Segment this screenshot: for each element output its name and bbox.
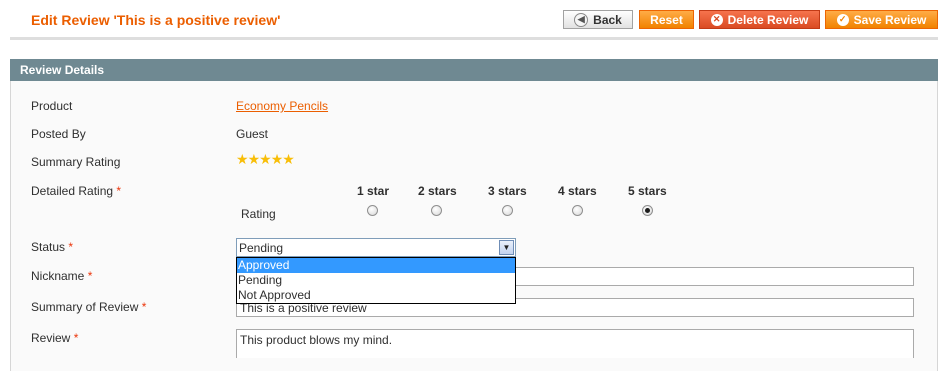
review-label: Review *: [31, 331, 78, 345]
required-mark: *: [73, 331, 79, 345]
status-label: Status *: [31, 240, 73, 254]
required-mark: *: [87, 269, 93, 283]
delete-x-icon: ✕: [710, 13, 723, 26]
save-review-button-label: Save Review: [853, 12, 927, 27]
star-icon: ★: [282, 151, 295, 167]
star-icon: ★: [270, 151, 284, 167]
reset-button-label: Reset: [650, 12, 683, 27]
required-mark: *: [141, 300, 147, 314]
back-button-label: Back: [593, 12, 622, 27]
chevron-down-icon[interactable]: ▼: [499, 240, 514, 255]
status-option-approved[interactable]: Approved: [237, 258, 515, 273]
reset-button[interactable]: Reset: [639, 10, 694, 29]
review-textarea[interactable]: This product blows my mind.: [236, 329, 914, 358]
rating-column-2-stars: 2 stars: [418, 184, 457, 198]
status-dropdown-list: Approved Pending Not Approved: [236, 257, 516, 304]
detailed-rating-label: Detailed Rating *: [31, 184, 121, 198]
rating-radio-3[interactable]: [502, 205, 513, 216]
section-header: Review Details: [10, 59, 938, 81]
summary-rating-label: Summary Rating: [31, 155, 121, 169]
nickname-label: Nickname *: [31, 269, 92, 283]
product-link[interactable]: Economy Pencils: [236, 99, 328, 113]
rating-radio-4[interactable]: [572, 205, 583, 216]
summary-of-review-label: Summary of Review *: [31, 300, 146, 314]
posted-by-value: Guest: [236, 127, 269, 141]
rating-column-3-stars: 3 stars: [488, 184, 527, 198]
rating-radio-2[interactable]: [431, 205, 442, 216]
rating-column-1-star: 1 star: [357, 184, 390, 198]
required-mark: *: [68, 240, 74, 254]
rating-radio-1[interactable]: [367, 205, 378, 216]
rating-radio-5[interactable]: [642, 205, 653, 216]
status-select-value: Pending: [239, 241, 284, 255]
status-option-pending[interactable]: Pending: [237, 273, 515, 288]
review-details-fieldset: [10, 81, 938, 371]
product-label: Product: [31, 99, 73, 113]
posted-by-label: Posted By: [31, 127, 86, 141]
required-mark: *: [116, 184, 122, 198]
detailed-rating-label-text: Detailed Rating: [31, 184, 114, 198]
page-title: Edit Review 'This is a positive review': [31, 12, 281, 28]
rating-column-4-stars: 4 stars: [558, 184, 597, 198]
rating-column-5-stars: 5 stars: [628, 184, 667, 198]
arrow-left-icon: ◀: [574, 12, 589, 27]
summary-rating-stars: ★★★★★: [236, 151, 295, 168]
status-select[interactable]: Pending ▼: [236, 238, 516, 257]
back-button[interactable]: ◀ Back: [563, 10, 633, 29]
star-icon: ★: [259, 151, 272, 167]
star-icon: ★: [236, 151, 249, 167]
status-option-not-approved[interactable]: Not Approved: [237, 288, 515, 303]
status-label-text: Status: [31, 240, 66, 254]
header-divider: [10, 37, 938, 40]
delete-review-button-label: Delete Review: [727, 12, 809, 27]
checkmark-icon: ✓: [836, 13, 849, 26]
summary-of-review-label-text: Summary of Review: [31, 300, 139, 314]
star-icon: ★: [247, 151, 261, 167]
rating-row-label: Rating: [241, 207, 276, 221]
review-label-text: Review: [31, 331, 71, 345]
nickname-label-text: Nickname: [31, 269, 85, 283]
delete-review-button[interactable]: ✕ Delete Review: [699, 10, 820, 29]
save-review-button[interactable]: ✓ Save Review: [825, 10, 938, 29]
